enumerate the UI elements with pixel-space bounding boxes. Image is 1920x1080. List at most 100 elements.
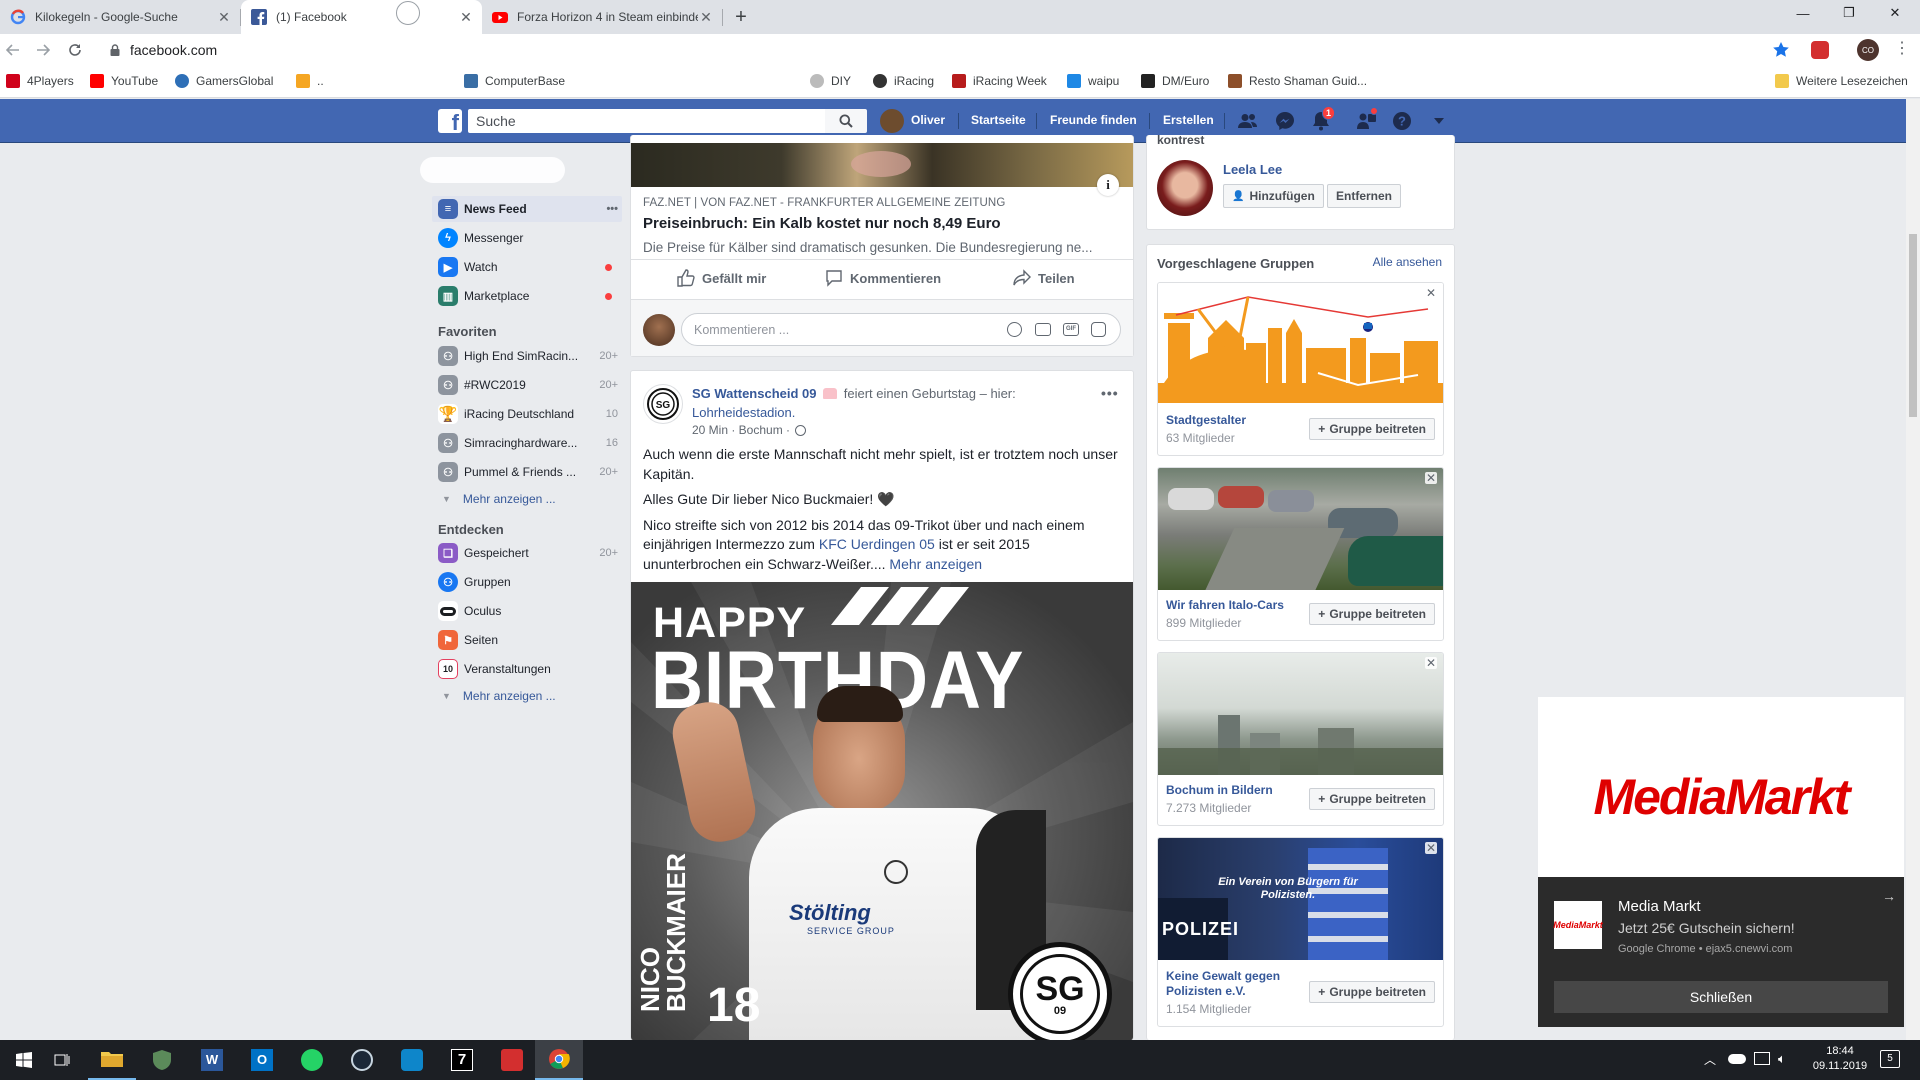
info-icon[interactable]: i <box>1097 174 1119 196</box>
bookmark-dm-euro[interactable]: DM/Euro <box>1141 74 1209 88</box>
bookmark-youtube[interactable]: YouTube <box>90 74 158 88</box>
group-name[interactable]: Wir fahren Italo-Cars <box>1166 598 1284 613</box>
create-link[interactable]: Erstellen <box>1163 113 1214 127</box>
close-icon[interactable]: ✕ <box>698 9 714 25</box>
profile-avatar[interactable]: CO <box>1857 39 1879 61</box>
find-friends-link[interactable]: Freunde finden <box>1050 113 1137 127</box>
group-name[interactable]: Bochum in Bildern <box>1166 783 1273 798</box>
sidebar-item-saved[interactable]: ❑ Gespeichert 20+ <box>432 540 622 566</box>
omnibox[interactable]: facebook.com <box>100 37 1780 63</box>
more-dots-icon[interactable]: ••• <box>592 203 622 215</box>
sticker-icon[interactable] <box>1091 322 1106 337</box>
group-image-stadtgestalter[interactable]: ✕ <box>1158 283 1443 405</box>
battlenet-icon[interactable] <box>388 1040 436 1080</box>
group-image-bochum[interactable]: ✕ <box>1158 653 1443 775</box>
steam-icon[interactable] <box>338 1040 386 1080</box>
birthday-image[interactable]: HAPPY BIRTHDAY Stölting SERVICE GROUP NI… <box>631 582 1133 1040</box>
join-group-button[interactable]: + Gruppe beitreten <box>1309 788 1435 810</box>
new-tab-button[interactable]: + <box>728 4 754 30</box>
account-menu-caret-icon[interactable] <box>1428 110 1450 132</box>
comment-button[interactable]: Kommentieren <box>825 269 941 287</box>
adblock-extension-icon[interactable] <box>1811 41 1829 59</box>
restore-button[interactable]: ❐ <box>1826 0 1872 26</box>
volume-icon[interactable]: 🔈︎ <box>1778 1051 1786 1067</box>
close-icon[interactable]: ✕ <box>216 9 232 25</box>
arrow-right-icon[interactable]: → <box>1882 888 1896 904</box>
word-icon[interactable]: W <box>188 1040 236 1080</box>
close-icon[interactable]: ✕ <box>1425 842 1437 854</box>
page-avatar-sg-wattenscheid[interactable]: SG <box>643 384 683 424</box>
favorites-show-more[interactable]: ▼ Mehr anzeigen ... <box>442 492 556 506</box>
notifications-bell-icon[interactable]: 1 <box>1310 106 1336 132</box>
comment-input[interactable]: Kommentieren ... <box>681 313 1121 346</box>
bookmark-waipu[interactable]: waipu <box>1067 74 1119 88</box>
whatsapp-icon[interactable] <box>288 1040 336 1080</box>
remove-suggestion-button[interactable]: Entfernen <box>1327 184 1402 208</box>
explore-show-more[interactable]: ▼ Mehr anzeigen ... <box>442 689 556 703</box>
sidebar-item-favorite[interactable]: ⚇ High End SimRacin... 20+ <box>432 343 622 369</box>
sidebar-item-messenger[interactable]: ϟ Messenger <box>432 225 622 251</box>
file-explorer-icon[interactable] <box>88 1040 136 1080</box>
sidebar-item-events[interactable]: 10 Veranstaltungen <box>432 656 622 682</box>
scrollbar-thumb[interactable] <box>1909 234 1917 417</box>
bookmark-unnamed[interactable]: .. <box>296 74 324 88</box>
task-view-icon[interactable] <box>38 1040 86 1080</box>
share-button[interactable]: Teilen <box>1013 269 1075 287</box>
search-icon[interactable] <box>825 109 867 133</box>
outlook-icon[interactable]: O <box>238 1040 286 1080</box>
onedrive-icon[interactable] <box>1728 1054 1746 1064</box>
sidebar-item-favorite[interactable]: ⚇ Simracinghardware... 16 <box>432 430 622 456</box>
7zip-icon[interactable]: 7 <box>438 1040 486 1080</box>
tab-google-search[interactable]: Kilokegeln - Google-Suche ✕ <box>0 0 240 34</box>
sidebar-item-groups[interactable]: ⚇ Gruppen <box>432 569 622 595</box>
back-button[interactable] <box>2 39 24 61</box>
clock[interactable]: 18:44 09.11.2019 <box>1810 1044 1870 1074</box>
post-options-icon[interactable]: ••• <box>1101 385 1119 401</box>
close-notification-button[interactable]: Schließen <box>1554 981 1888 1013</box>
home-link[interactable]: Startseite <box>971 113 1026 127</box>
see-all-link[interactable]: Alle ansehen <box>1373 255 1442 269</box>
minimize-button[interactable]: — <box>1780 0 1826 26</box>
article-headline[interactable]: Preiseinbruch: Ein Kalb kostet nur noch … <box>643 215 1001 232</box>
user-avatar[interactable] <box>880 109 904 133</box>
chrome-icon[interactable] <box>535 1040 583 1080</box>
bookmark-star-icon[interactable] <box>1772 41 1790 59</box>
forward-button[interactable] <box>32 39 54 61</box>
gif-icon[interactable]: GIF <box>1063 323 1079 336</box>
network-icon[interactable] <box>1754 1052 1770 1065</box>
tab-facebook[interactable]: (1) Facebook ✕ <box>241 0 482 34</box>
article-image-calf[interactable] <box>631 143 1133 187</box>
sidebar-item-favorite[interactable]: ⚇ Pummel & Friends ... 20+ <box>432 459 622 485</box>
group-image-italo-cars[interactable]: ✕ <box>1158 468 1443 590</box>
close-icon[interactable]: ✕ <box>1425 472 1437 484</box>
sidebar-item-favorite[interactable]: 🏆 iRacing Deutschland 10 <box>432 401 622 427</box>
mention-link[interactable]: KFC Uerdingen 05 <box>819 536 935 552</box>
sidebar-item-marketplace[interactable]: ▥ Marketplace <box>432 283 622 309</box>
messenger-icon[interactable] <box>1274 110 1296 132</box>
bookmark-folder-more[interactable]: Weitere Lesezeichen <box>1775 74 1908 88</box>
profile-link[interactable]: Oliver <box>911 113 945 127</box>
bookmark-resto-shaman[interactable]: Resto Shaman Guid... <box>1228 74 1367 88</box>
like-button[interactable]: Gefällt mir <box>677 269 766 287</box>
join-group-button[interactable]: + Gruppe beitreten <box>1309 603 1435 625</box>
sidebar-item-favorite[interactable]: ⚇ #RWC2019 20+ <box>432 372 622 398</box>
close-icon[interactable]: ✕ <box>1425 657 1437 669</box>
sidebar-item-news-feed[interactable]: ≡ News Feed ••• <box>432 196 622 222</box>
bookmark-4players[interactable]: 4Players <box>6 74 74 88</box>
post-location[interactable]: Lohrheidestadion. <box>692 405 795 420</box>
group-name[interactable]: Stadtgestalter <box>1166 413 1246 428</box>
action-center-icon[interactable]: 5 <box>1880 1050 1900 1068</box>
menu-dots-icon[interactable]: ⋮ <box>1894 41 1910 57</box>
close-window-button[interactable]: ✕ <box>1872 0 1918 26</box>
group-image-police[interactable]: POLIZEI Ein Verein von Bürgern für Poliz… <box>1158 838 1443 960</box>
add-friend-button[interactable]: 👤 Hinzufügen <box>1223 184 1324 208</box>
bookmark-computerbase[interactable]: ComputerBase <box>464 74 565 88</box>
sidebar-item-oculus[interactable]: Oculus <box>432 598 622 624</box>
join-group-button[interactable]: + Gruppe beitreten <box>1309 981 1435 1003</box>
sidebar-item-watch[interactable]: ▶ Watch <box>432 254 622 280</box>
friend-name[interactable]: Leela Lee <box>1223 162 1282 177</box>
bookmark-iracing-week[interactable]: iRacing Week <box>952 74 1047 88</box>
pdf-reader-icon[interactable] <box>488 1040 536 1080</box>
sidebar-item-pages[interactable]: ⚑ Seiten <box>432 627 622 653</box>
join-group-button[interactable]: + Gruppe beitreten <box>1309 418 1435 440</box>
